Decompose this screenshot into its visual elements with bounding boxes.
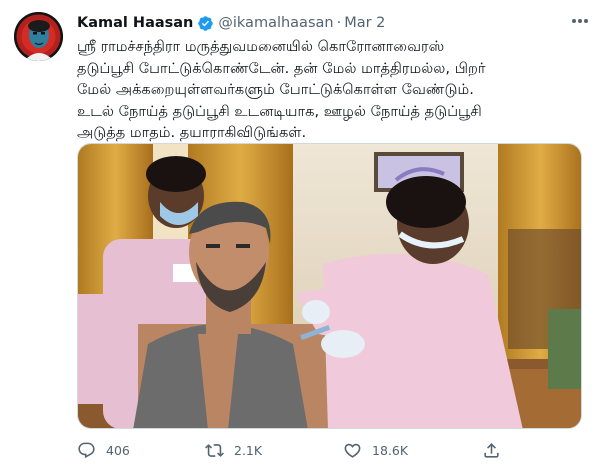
tweet-text-line: அடுத்த மாதம். தயாராகிவிடுங்கள். bbox=[77, 124, 307, 141]
tweet-photo[interactable] bbox=[77, 143, 582, 429]
retweet-icon bbox=[205, 443, 224, 457]
author-name[interactable]: Kamal Haasan bbox=[77, 15, 193, 31]
tweet-date[interactable]: Mar 2 bbox=[344, 15, 385, 31]
share-button[interactable] bbox=[482, 436, 511, 464]
tweet-text: ஸ்ரீ ராமச்சந்திரா மருத்துவமனையில் கொரோனா… bbox=[77, 36, 597, 144]
reply-icon bbox=[78, 442, 95, 458]
more-options-icon bbox=[572, 19, 588, 23]
header-separator: · bbox=[336, 15, 342, 31]
tweet[interactable]: Kamal Haasan @ikamalhaasan · Mar 2 ஸ்ரீ … bbox=[0, 0, 613, 474]
reply-button[interactable]: 406 bbox=[77, 436, 130, 464]
tweet-text-line: ஸ்ரீ ராமச்சந்திரா மருத்துவமனையில் கொரோனா… bbox=[77, 38, 445, 55]
like-count: 18.6K bbox=[372, 442, 409, 458]
reply-count: 406 bbox=[106, 442, 130, 458]
retweet-button[interactable]: 2.1K bbox=[205, 436, 262, 464]
like-button[interactable]: 18.6K bbox=[343, 436, 408, 464]
retweet-count: 2.1K bbox=[234, 442, 263, 458]
tweet-header: Kamal Haasan @ikamalhaasan · Mar 2 bbox=[77, 12, 385, 34]
tweet-actions: 406 2.1K 18.6K bbox=[77, 436, 582, 464]
tweet-text-line: மேல் அக்கறையுள்ளவர்களும் போட்டுக்கொள்ள வ… bbox=[77, 81, 474, 98]
tweet-text-line: உடல் நோய்த் தடுப்பூசி உடனடியாக, ஊழல் நோய… bbox=[77, 102, 482, 120]
share-icon bbox=[484, 442, 499, 458]
like-heart-icon bbox=[344, 443, 361, 458]
profile-avatar[interactable] bbox=[14, 12, 63, 61]
verified-badge-icon bbox=[198, 15, 214, 31]
vaccination-photo bbox=[78, 144, 581, 428]
avatar-image bbox=[14, 12, 63, 61]
tweet-text-line: தடுப்பூசி போட்டுக்கொண்டேன். தன் மேல் மாத… bbox=[77, 59, 486, 77]
author-handle[interactable]: @ikamalhaasan bbox=[218, 15, 333, 31]
more-options-button[interactable] bbox=[569, 13, 591, 29]
